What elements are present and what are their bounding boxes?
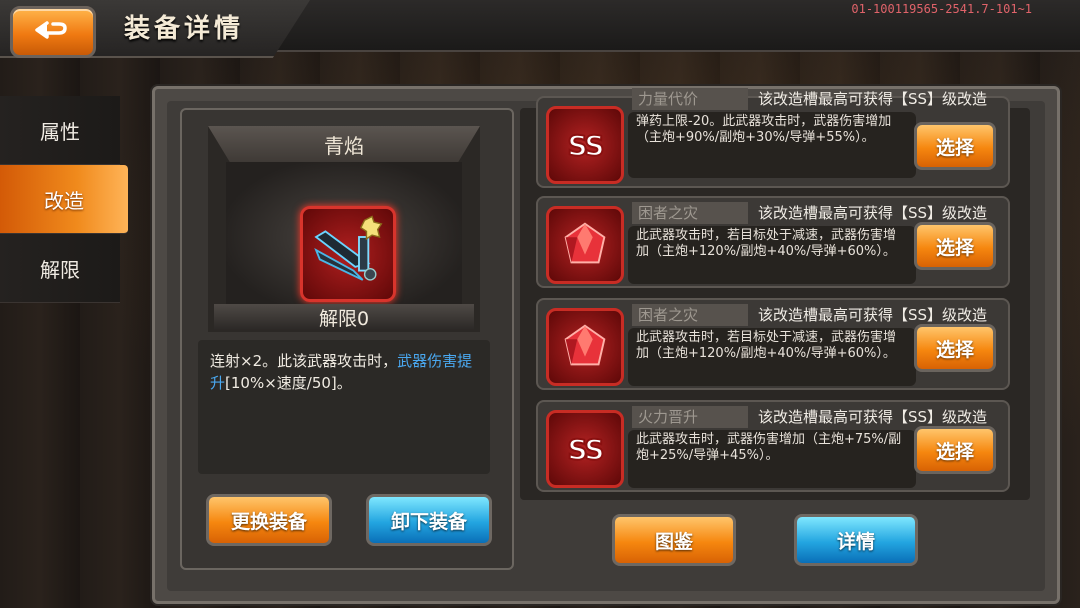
remove-equipment-button[interactable]: 卸下装备 <box>366 494 492 546</box>
item-pedestal: 解限0 <box>214 304 474 330</box>
details-button[interactable]: 详情 <box>794 514 918 566</box>
ss-badge-text: SS <box>566 128 605 163</box>
tab-attributes[interactable]: 属性 <box>0 96 120 165</box>
slot-limit: 该改造槽最高可获得【SS】级改造 <box>758 204 988 222</box>
ss-badge-icon: SS <box>546 410 624 488</box>
slot-description: 此武器攻击时，若目标处于减速，武器伤害增加（主炮+120%/副炮+40%/导弹+… <box>628 328 916 386</box>
select-button[interactable]: 选择 <box>914 426 996 474</box>
red-gem-icon <box>546 206 624 284</box>
gem-shape <box>564 324 606 366</box>
ss-badge-text: SS <box>566 432 605 467</box>
mod-slot: SS 力量代价 该改造槽最高可获得【SS】级改造 弹药上限-20。此武器攻击时，… <box>536 88 1010 188</box>
slot-description: 此武器攻击时，武器伤害增加（主炮+75%/副炮+25%/导弹+45%）。 <box>628 430 916 488</box>
item-header: 青焰 <box>208 126 480 162</box>
desc-prefix: 连射×2。此该武器攻击时， <box>210 352 398 370</box>
missile-launcher-icon <box>314 215 383 281</box>
select-button[interactable]: 选择 <box>914 122 996 170</box>
codex-button[interactable]: 图鉴 <box>612 514 736 566</box>
tab-label: 改造 <box>44 188 84 213</box>
tab-modify[interactable]: 改造 <box>0 165 128 234</box>
slot-limit: 该改造槽最高可获得【SS】级改造 <box>758 90 988 108</box>
item-name: 青焰 <box>324 133 364 158</box>
slot-limit: 该改造槽最高可获得【SS】级改造 <box>758 306 988 324</box>
slot-name: 困者之灾 <box>632 304 748 326</box>
red-gem-icon <box>546 308 624 386</box>
change-equipment-button[interactable]: 更换装备 <box>206 494 332 546</box>
select-button[interactable]: 选择 <box>914 222 996 270</box>
tab-label: 属性 <box>40 119 80 144</box>
side-tabs: 属性 改造 解限 <box>0 96 132 303</box>
version-label: 01-100119565-2541.7-101~1 <box>851 2 1032 16</box>
slot-name: 火力晋升 <box>632 406 748 428</box>
select-button[interactable]: 选择 <box>914 324 996 372</box>
desc-suffix: [10%×速度/50]。 <box>225 374 352 392</box>
slot-name: 困者之灾 <box>632 202 748 224</box>
slot-description: 此武器攻击时，若目标处于减速，武器伤害增加（主炮+120%/副炮+40%/导弹+… <box>628 226 916 284</box>
button-label: 详情 <box>836 530 875 553</box>
item-description: 连射×2。此该武器攻击时，武器伤害提升[10%×速度/50]。 <box>210 350 480 394</box>
slot-description: 弹药上限-20。此武器攻击时，武器伤害增加（主炮+90%/副炮+30%/导弹+5… <box>628 112 916 178</box>
tab-label: 解限 <box>40 257 80 282</box>
slot-name: 力量代价 <box>632 88 748 110</box>
ss-badge-icon: SS <box>546 106 624 184</box>
page-title: 装备详情 <box>124 14 245 44</box>
button-label: 卸下装备 <box>390 510 467 533</box>
slot-limit: 该改造槽最高可获得【SS】级改造 <box>758 408 988 426</box>
mod-slot: 困者之灾 该改造槽最高可获得【SS】级改造 此武器攻击时，若目标处于减速，武器伤… <box>536 298 1010 390</box>
mod-slot: SS 火力晋升 该改造槽最高可获得【SS】级改造 此武器攻击时，武器伤害增加（主… <box>536 400 1010 492</box>
gem-shape <box>564 222 606 264</box>
back-button[interactable] <box>10 6 96 58</box>
item-unlock-level: 解限0 <box>318 307 370 330</box>
button-label: 更换装备 <box>230 510 307 533</box>
tab-unlock[interactable]: 解限 <box>0 234 120 303</box>
button-label: 图鉴 <box>654 530 693 553</box>
mod-slot: 困者之灾 该改造槽最高可获得【SS】级改造 此武器攻击时，若目标处于减速，武器伤… <box>536 196 1010 288</box>
return-arrow-icon <box>35 21 67 39</box>
weapon-icon[interactable] <box>300 206 396 302</box>
